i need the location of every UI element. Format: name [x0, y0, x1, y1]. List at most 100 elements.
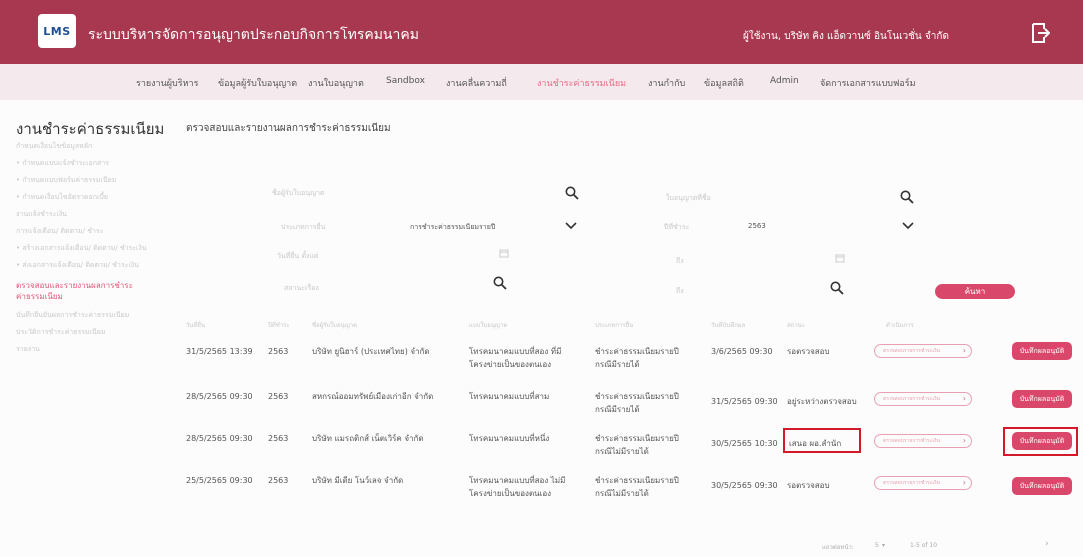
fee-type-filter-label: ประเภทการยื่น — [281, 223, 326, 231]
date-to-label: ถึง — [676, 257, 684, 265]
nav-form-documents[interactable]: จัดการเอกสารแบบฟอร์ม — [820, 76, 916, 90]
sidebar-item-verify-report-line2[interactable]: ค่าธรรมเนียม — [16, 290, 63, 303]
action-highlight-box — [1003, 427, 1078, 456]
col-header-action: ดำเนินการ — [886, 322, 914, 329]
sidebar-item-payment-notice[interactable]: งานแจ้งชำระเงิน — [16, 209, 67, 220]
year-select[interactable]: 2563 — [748, 222, 766, 230]
chevron-down-icon[interactable] — [565, 222, 577, 230]
record-approval-button[interactable]: บันทึกผลอนุมัติ — [1012, 477, 1072, 495]
chevron-down-icon[interactable]: ▾ — [882, 542, 885, 549]
nav-statistics[interactable]: ข้อมูลสถิติ — [704, 76, 744, 90]
cell-license-type: โทรคมนาคมแบบที่สอง ที่มีโครงข่ายเป็นของต… — [469, 347, 562, 369]
search-button[interactable]: ค้นหา — [935, 284, 1015, 299]
status-highlight-box — [783, 428, 861, 453]
logout-icon[interactable] — [1030, 22, 1050, 44]
cell-status: รอตรวจสอบ — [787, 481, 830, 490]
system-title: ระบบบริหารจัดการอนุญาตประกอบกิจการโทรคมน… — [88, 27, 419, 43]
date-from-label: วันที่ยื่น ตั้งแต่ — [277, 252, 319, 260]
lms-logo[interactable]: LMS — [38, 14, 76, 48]
cell-date: 28/5/2565 09:30 — [186, 434, 253, 443]
cell-submit-type: ชำระค่าธรรมเนียมรายปี กรณีมีรายได้ — [595, 392, 679, 414]
col-header-status: สถานะ — [787, 322, 805, 329]
verify-payment-link-label: ตรวจสอบรายการชำระเงิน — [883, 438, 940, 444]
rows-per-page-select[interactable]: 5 — [875, 542, 879, 549]
search-icon[interactable] — [565, 186, 579, 200]
verify-payment-link[interactable]: ตรวจสอบรายการชำระเงิน › — [874, 392, 972, 406]
col-header-licensee: ชื่อผู้รับใบอนุญาต — [312, 322, 358, 329]
chevron-right-icon: › — [962, 478, 966, 487]
sidebar-item-master-data[interactable]: กำหนดเงื่อนไขข้อมูลหลัก — [16, 141, 92, 152]
cell-submit-type: ชำระค่าธรรมเนียมรายปี กรณีไม่มีรายได้ — [595, 476, 679, 498]
verify-payment-link-label: ตรวจสอบรายการชำระเงิน — [883, 480, 940, 486]
col-header-date: วันที่ยื่น — [186, 322, 206, 329]
next-page-icon[interactable]: › — [1045, 539, 1049, 549]
search-icon[interactable] — [900, 190, 914, 204]
cell-year: 2563 — [268, 476, 289, 485]
nav-licensee-info[interactable]: ข้อมูลผู้รับใบอนุญาต — [218, 76, 297, 90]
search-icon[interactable] — [830, 281, 844, 295]
logo-text: LMS — [43, 24, 71, 38]
col-header-license-type: แบบใบอนุญาต — [469, 322, 508, 329]
fee-type-select[interactable]: การชำระค่าธรรมเนียมรายปี — [410, 222, 495, 233]
cell-record-date: 30/5/2565 10:30 — [711, 439, 778, 448]
rows-per-page-label: แถวต่อหน้า: — [822, 544, 854, 551]
nav-admin[interactable]: Admin — [770, 76, 799, 86]
sidebar-item-confirm-payment[interactable]: บันทึกยืนยันผลการชำระค่าธรรมเนียม — [16, 310, 129, 321]
nav-regulation[interactable]: งานกำกับ — [648, 76, 685, 90]
sidebar-item-payment-history[interactable]: ประวัติการชำระค่าธรรมเนียม — [16, 327, 105, 338]
year-filter-label: ปีที่ชำระ — [664, 223, 690, 231]
col-header-record-date: วันที่บันทึกผล — [711, 322, 746, 329]
sidebar-item-fee-form[interactable]: • กำหนดแบบฟอร์มค่าธรรมเนียม — [16, 175, 116, 186]
status-to-label: ถึง — [676, 287, 684, 295]
verify-payment-link-label: ตรวจสอบรายการชำระเงิน — [883, 396, 940, 402]
sidebar-item-payment-notice-form[interactable]: • กำหนดแบบแจ้งชำระเอกสาร — [16, 158, 109, 169]
nav-frequency-work[interactable]: งานคลื่นความถี่ — [446, 76, 507, 90]
nav-license-work[interactable]: งานใบอนุญาต — [308, 76, 364, 90]
nav-sandbox[interactable]: Sandbox — [386, 76, 425, 86]
cell-date: 25/5/2565 09:30 — [186, 476, 253, 485]
verify-payment-link[interactable]: ตรวจสอบรายการชำระเงิน › — [874, 476, 972, 490]
sidebar-item-reports[interactable]: รายงาน — [16, 344, 40, 355]
cell-company: สหกรณ์ออมทรัพย์เมืองเก่าอีก จำกัด — [312, 392, 434, 401]
cell-record-date: 31/5/2565 09:30 — [711, 397, 778, 406]
calendar-icon[interactable] — [835, 253, 845, 263]
main-nav: รายงานผู้บริหาร ข้อมูลผู้รับใบอนุญาต งาน… — [0, 64, 1083, 100]
chevron-down-icon[interactable] — [902, 222, 914, 230]
chevron-right-icon: › — [962, 436, 966, 445]
cell-submit-type: ชำระค่าธรรมเนียมรายปี กรณีมีรายได้ — [595, 347, 679, 369]
calendar-icon[interactable] — [499, 248, 509, 258]
user-info: ผู้ใช้งาน, บริษัท คิง แอ็ดวานซ์ อินโนเวช… — [743, 31, 949, 42]
cell-date: 28/5/2565 09:30 — [186, 392, 253, 401]
sidebar-item-create-notice-docs[interactable]: • สร้างเอกสารแจ้งเตือน/ ติดตาม/ ชำระเงิน — [16, 243, 147, 254]
record-approval-button[interactable]: บันทึกผลอนุมัติ — [1012, 390, 1072, 408]
page-range: 1-5 of 10 — [910, 542, 938, 549]
license-no-filter-label: ใบอนุญาตที่ชื่อ — [666, 194, 711, 202]
page-title: ตรวจสอบและรายงานผลการชำระค่าธรรมเนียม — [186, 123, 391, 134]
cell-status: อยู่ระหว่างตรวจสอบ — [787, 397, 857, 406]
col-header-year: ปีที่ชำระ — [268, 322, 290, 329]
cell-company: บริษัท ยูนิฮาร์ (ประเทศไทย) จำกัด — [312, 347, 430, 356]
status-filter-label: สถานะเรื่อง — [284, 284, 319, 292]
cell-company: บริษัท แมรถติกส์ เน็ตเวิร์ค จำกัด — [312, 434, 424, 443]
chevron-right-icon: › — [962, 346, 966, 355]
verify-payment-link[interactable]: ตรวจสอบรายการชำระเงิน › — [874, 434, 972, 448]
cell-record-date: 3/6/2565 09:30 — [711, 347, 773, 356]
sidebar-item-notify-follow-pay[interactable]: การแจ้งเตือน/ ติดตาม/ ชำระ — [16, 226, 103, 237]
sidebar-title: งานชำระค่าธรรมเนียม — [16, 120, 165, 138]
search-icon[interactable] — [493, 276, 507, 290]
cell-year: 2563 — [268, 434, 289, 443]
cell-year: 2563 — [268, 392, 289, 401]
record-approval-button[interactable]: บันทึกผลอนุมัติ — [1012, 342, 1072, 360]
licensee-filter-label: ชื่อผู้รับใบอนุญาต — [272, 189, 325, 197]
chevron-right-icon: › — [962, 394, 966, 403]
nav-fee-payment[interactable]: งานชำระค่าธรรมเนียม — [537, 76, 626, 90]
cell-year: 2563 — [268, 347, 289, 356]
sidebar-item-send-notice-docs[interactable]: • ส่งเอกสารแจ้งเตือน/ ติดตาม/ ชำระเงิน — [16, 260, 139, 271]
col-header-submit-type: ประเภทการยื่น — [595, 322, 634, 329]
verify-payment-link[interactable]: ตรวจสอบรายการชำระเงิน › — [874, 344, 972, 358]
cell-license-type: โทรคมนาคมแบบที่สาม — [469, 392, 550, 401]
cell-license-type: โทรคมนาคมแบบที่สอง ไม่มีโครงข่ายเป็นของต… — [469, 476, 566, 498]
cell-status: รอตรวจสอบ — [787, 347, 830, 356]
nav-executive-report[interactable]: รายงานผู้บริหาร — [136, 76, 198, 90]
sidebar-item-interest-rate[interactable]: • กำหนดเงื่อนไขอัตราดอกเบี้ย — [16, 192, 108, 203]
